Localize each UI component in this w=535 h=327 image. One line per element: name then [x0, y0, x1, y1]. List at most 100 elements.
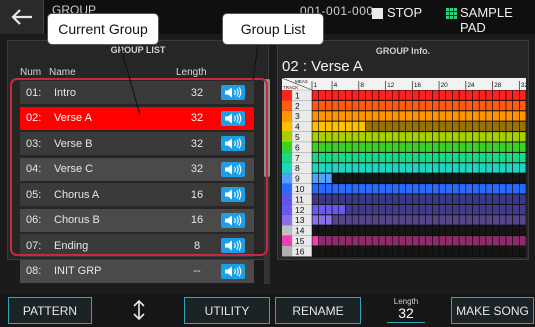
measure-cell[interactable] — [419, 90, 426, 100]
measure-cell[interactable] — [439, 204, 446, 215]
measure-cell[interactable] — [365, 142, 372, 152]
measure-cell[interactable] — [392, 184, 399, 194]
measure-cell[interactable] — [332, 236, 339, 246]
measure-cell[interactable] — [399, 152, 406, 163]
measure-cell[interactable] — [365, 204, 372, 215]
measure-cell[interactable] — [446, 142, 453, 152]
measure-cell[interactable] — [479, 184, 486, 194]
measure-cell[interactable] — [339, 100, 346, 111]
measure-cell[interactable] — [372, 184, 379, 194]
group-row[interactable]: 04: Verse C 32 — [20, 157, 254, 181]
measure-cell[interactable] — [459, 142, 466, 152]
measure-cell[interactable] — [332, 184, 339, 194]
measure-cell[interactable] — [372, 142, 379, 152]
measure-cell[interactable] — [365, 152, 372, 163]
measure-cell[interactable] — [446, 100, 453, 111]
measure-cell[interactable] — [512, 90, 520, 100]
measure-cell[interactable] — [312, 215, 319, 225]
measure-cell[interactable] — [365, 215, 372, 225]
measure-cell[interactable] — [439, 132, 446, 142]
measure-cell[interactable] — [472, 132, 479, 142]
speaker-icon[interactable] — [221, 212, 245, 228]
measure-cell[interactable] — [492, 111, 499, 121]
measure-cell[interactable] — [379, 215, 386, 225]
measure-cell[interactable] — [365, 194, 372, 204]
measure-cell[interactable] — [492, 236, 499, 246]
speaker-icon[interactable] — [221, 85, 245, 100]
measure-cell[interactable] — [472, 215, 479, 225]
measure-cell[interactable] — [492, 90, 499, 100]
measure-cell[interactable] — [452, 111, 459, 121]
measure-cell[interactable] — [499, 121, 506, 132]
measure-cell[interactable] — [405, 163, 413, 173]
measure-cell[interactable] — [379, 204, 386, 215]
measure-cell[interactable] — [452, 152, 459, 163]
measure-cell[interactable] — [365, 121, 372, 132]
measure-cell[interactable] — [419, 132, 426, 142]
measure-cell[interactable] — [359, 194, 366, 204]
measure-cell[interactable] — [405, 142, 413, 152]
measure-cell[interactable] — [506, 100, 513, 111]
measure-cell[interactable] — [472, 142, 479, 152]
measure-cell[interactable] — [365, 184, 372, 194]
measure-cell[interactable] — [312, 152, 319, 163]
measure-cell[interactable] — [452, 90, 459, 100]
measure-cell[interactable] — [459, 163, 466, 173]
measure-cell[interactable] — [399, 111, 406, 121]
measure-cell[interactable] — [519, 152, 526, 163]
measure-cell[interactable] — [399, 184, 406, 194]
measure-cell[interactable] — [332, 152, 339, 163]
measure-cell[interactable] — [519, 121, 526, 132]
measure-cell[interactable] — [312, 236, 319, 246]
measure-cell[interactable] — [379, 142, 386, 152]
measure-cell[interactable] — [325, 142, 332, 152]
measure-cell[interactable] — [339, 163, 346, 173]
measure-cell[interactable] — [506, 215, 513, 225]
measure-cell[interactable] — [479, 132, 486, 142]
group-row[interactable]: 03: Verse B 32 — [20, 132, 254, 155]
measure-cell[interactable] — [466, 236, 473, 246]
measure-cell[interactable] — [506, 111, 513, 121]
measure-cell[interactable] — [352, 100, 359, 111]
measure-cell[interactable] — [459, 90, 466, 100]
measure-cell[interactable] — [486, 132, 493, 142]
measure-cell[interactable] — [492, 152, 499, 163]
measure-cell[interactable] — [432, 152, 439, 163]
measure-cell[interactable] — [452, 204, 459, 215]
measure-cell[interactable] — [512, 132, 520, 142]
measure-cell[interactable] — [486, 100, 493, 111]
measure-cell[interactable] — [318, 194, 326, 204]
measure-cell[interactable] — [499, 111, 506, 121]
measure-cell[interactable] — [519, 236, 526, 246]
measure-cell[interactable] — [479, 142, 486, 152]
speaker-icon[interactable] — [221, 136, 245, 151]
measure-cell[interactable] — [392, 121, 399, 132]
measure-cell[interactable] — [392, 90, 399, 100]
measure-cell[interactable] — [492, 215, 499, 225]
measure-cell[interactable] — [399, 204, 406, 215]
measure-cell[interactable] — [459, 121, 466, 132]
measure-cell[interactable] — [332, 132, 339, 142]
measure-cell[interactable] — [499, 90, 506, 100]
measure-cell[interactable] — [499, 163, 506, 173]
measure-cell[interactable] — [372, 100, 379, 111]
measure-cell[interactable] — [452, 236, 459, 246]
measure-cell[interactable] — [512, 194, 520, 204]
group-row[interactable]: 06: Chorus B 16 — [20, 208, 254, 232]
measure-cell[interactable] — [425, 194, 433, 204]
measure-cell[interactable] — [492, 184, 499, 194]
measure-cell[interactable] — [392, 132, 399, 142]
measure-cell[interactable] — [512, 215, 520, 225]
measure-cell[interactable] — [512, 111, 520, 121]
measure-cell[interactable] — [512, 184, 520, 194]
measure-cell[interactable] — [419, 121, 426, 132]
measure-cell[interactable] — [519, 142, 526, 152]
group-row[interactable]: 08: INIT GRP -- — [20, 259, 254, 283]
measure-cell[interactable] — [325, 90, 332, 100]
measure-cell[interactable] — [425, 152, 433, 163]
measure-cell[interactable] — [512, 121, 520, 132]
measure-cell[interactable] — [479, 152, 486, 163]
measure-cell[interactable] — [318, 204, 326, 215]
measure-cell[interactable] — [405, 184, 413, 194]
measure-cell[interactable] — [318, 121, 326, 132]
